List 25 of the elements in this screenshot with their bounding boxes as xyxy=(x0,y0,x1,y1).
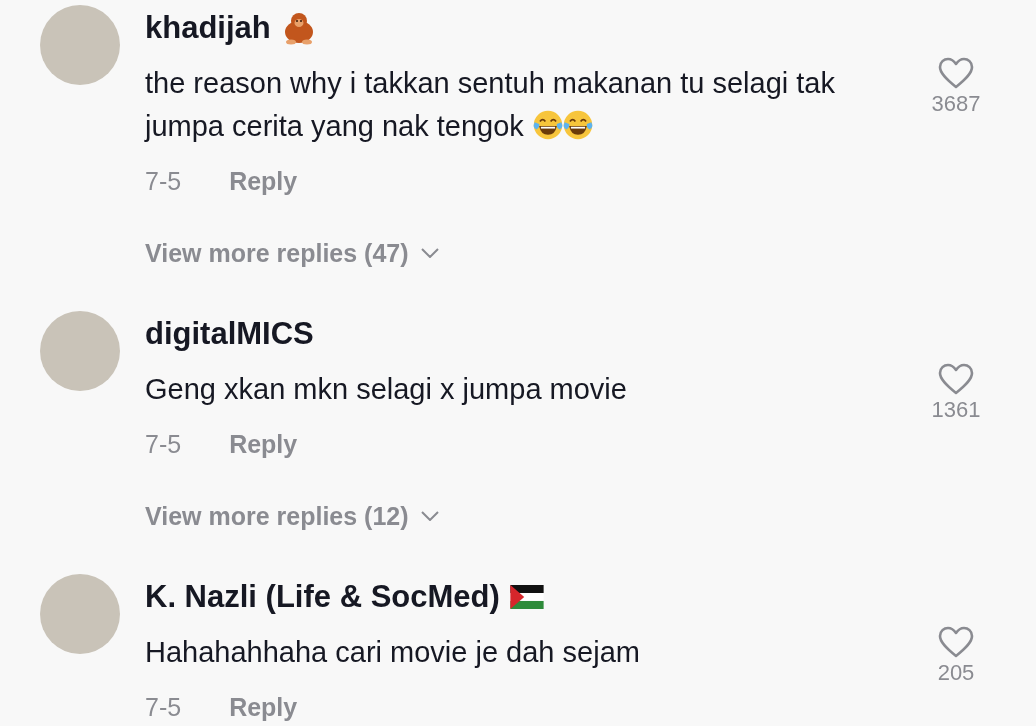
chevron-down-icon xyxy=(420,511,439,521)
like-count: 1361 xyxy=(931,397,981,423)
heart-icon[interactable] xyxy=(938,626,974,658)
comment-date: 7-5 xyxy=(145,166,182,197)
view-more-replies-link[interactable]: View more replies (47) xyxy=(145,232,439,274)
username[interactable]: digitalMICS xyxy=(145,311,314,357)
flag-emoji-icon xyxy=(509,585,544,609)
view-more-replies-link[interactable]: View more replies (12) xyxy=(145,495,439,537)
laughing-emoji-icon xyxy=(531,109,564,141)
comment-text: Hahahahhaha cari movie je dah sejam xyxy=(145,635,641,670)
comment-text: Geng xkan mkn selagi x jumpa movie xyxy=(145,372,628,407)
chevron-down-icon xyxy=(420,248,439,258)
username[interactable]: khadijah xyxy=(145,5,271,51)
like-count: 3687 xyxy=(931,91,981,117)
reply-link[interactable]: Reply xyxy=(229,686,298,726)
comment-date: 7-5 xyxy=(145,692,182,723)
reply-link[interactable]: Reply xyxy=(229,423,298,465)
username[interactable]: K. Nazli (Life & SocMed) xyxy=(145,574,500,620)
comment-text: the reason why i takkan sentuh makanan tu selagi tak jumpa cerita yang nak tengok xyxy=(145,66,836,144)
heart-icon[interactable] xyxy=(938,57,974,89)
laughing-emoji-icon xyxy=(561,109,594,141)
like-count: 205 xyxy=(937,660,975,686)
comment-date: 7-5 xyxy=(145,429,182,460)
reply-link[interactable]: Reply xyxy=(229,160,298,202)
heart-icon[interactable] xyxy=(938,363,974,395)
